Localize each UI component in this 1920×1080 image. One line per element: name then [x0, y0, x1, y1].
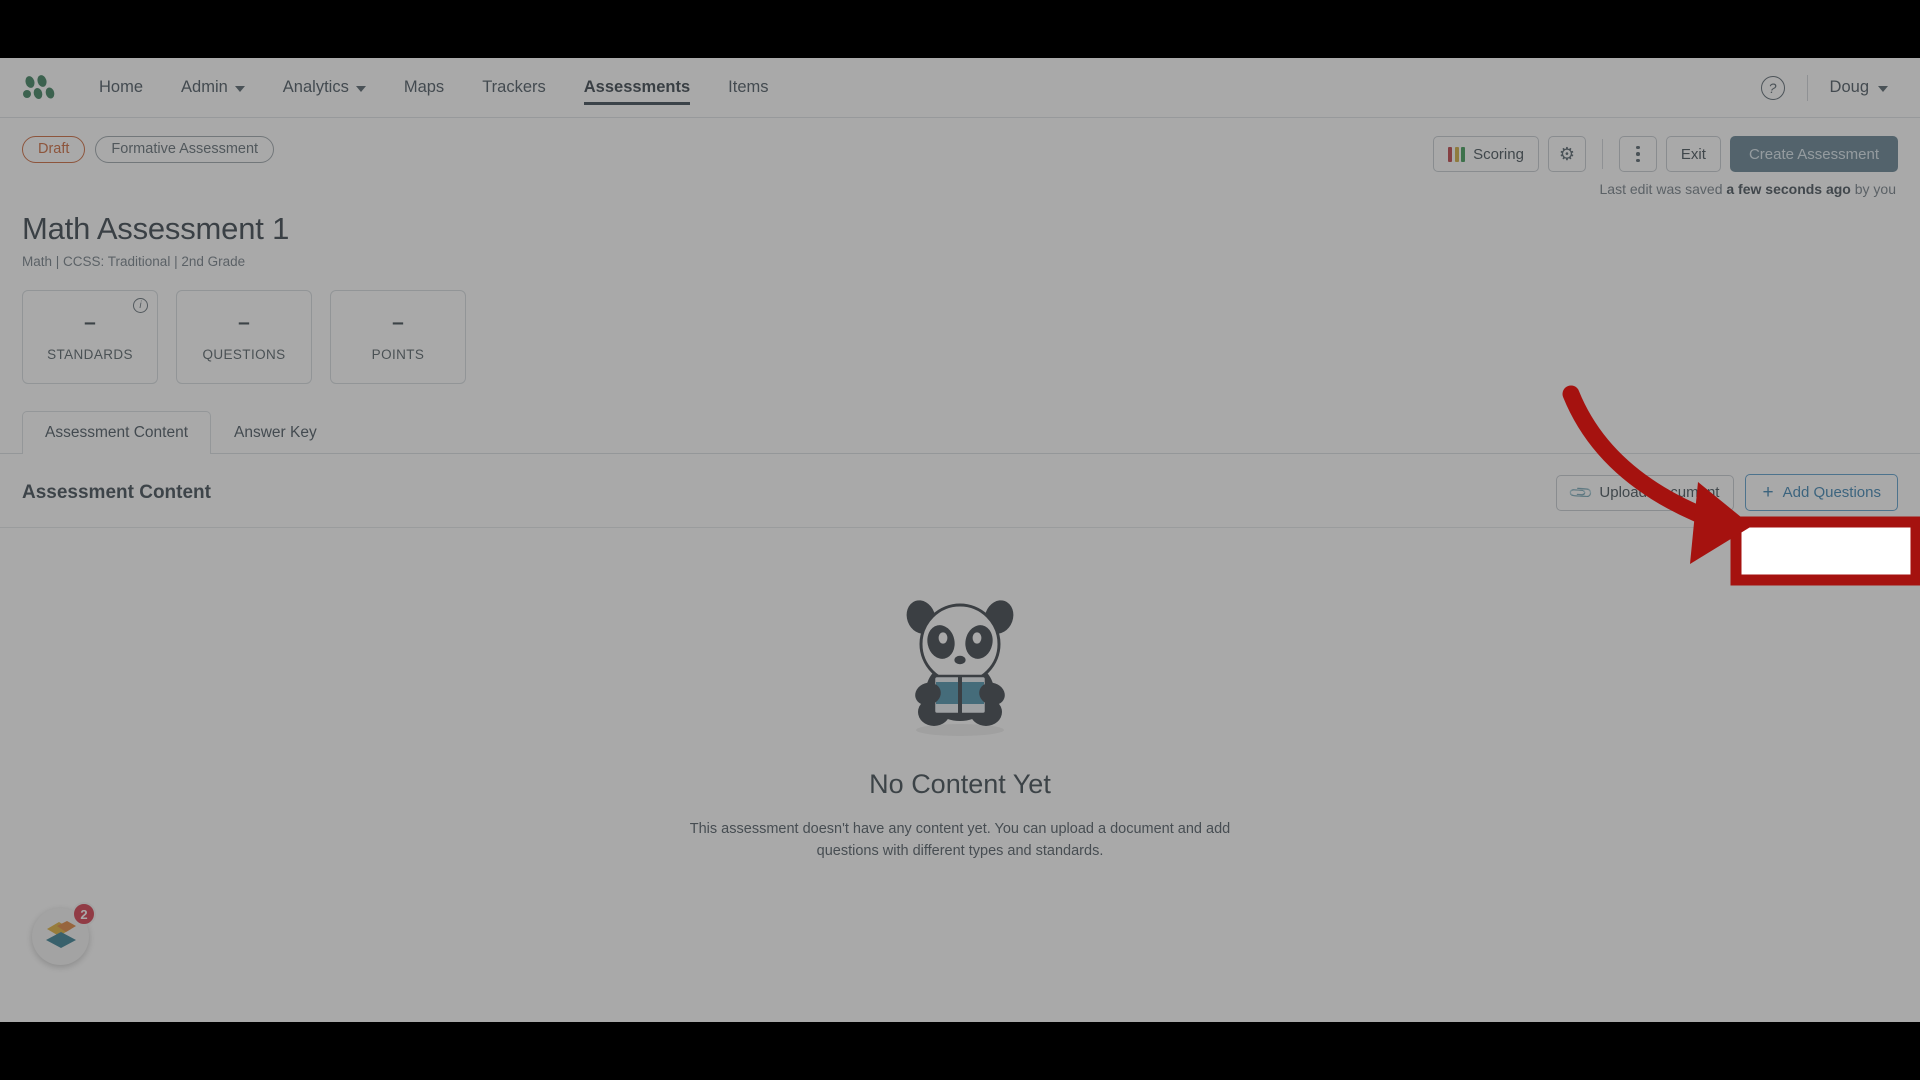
plus-icon: + — [1762, 482, 1774, 503]
user-menu-label: Doug — [1829, 78, 1869, 96]
stat-card-questions[interactable]: – QUESTIONS — [176, 290, 312, 384]
application-viewport: Home Admin Analytics Maps Trackers Asses… — [0, 58, 1920, 1022]
nav-divider — [1806, 74, 1808, 101]
empty-state: No Content Yet This assessment doesn't h… — [0, 528, 1920, 863]
badge-group: Draft Formative Assessment — [22, 136, 275, 163]
section-actions: 📎 Upload Document + Add Questions — [1556, 474, 1898, 511]
toolbar-divider — [1601, 139, 1603, 169]
last-saved-status: Last edit was saved a few seconds ago by… — [0, 172, 1920, 197]
create-assessment-button[interactable]: Create Assessment — [1729, 136, 1898, 172]
stat-value: – — [238, 311, 250, 334]
info-icon[interactable]: i — [133, 298, 148, 313]
tab-answer-key[interactable]: Answer Key — [211, 411, 340, 454]
empty-state-body: This assessment doesn't have any content… — [0, 818, 1920, 863]
nav-item-assessments[interactable]: Assessments — [565, 58, 709, 118]
help-icon[interactable]: ? — [1760, 75, 1785, 100]
tab-label: Answer Key — [234, 424, 317, 441]
letterbox-top — [0, 0, 1920, 58]
chevron-down-icon — [234, 86, 245, 92]
nav-items: Home Admin Analytics Maps Trackers Asses… — [80, 58, 788, 118]
empty-state-body-line2: questions with different types and stand… — [816, 843, 1104, 860]
user-menu[interactable]: Doug — [1830, 78, 1898, 97]
saved-prefix: Last edit was saved — [1599, 181, 1727, 197]
notification-badge: 2 — [72, 902, 96, 926]
status-badge: Draft — [22, 136, 86, 163]
settings-button[interactable]: ⚙ — [1547, 136, 1586, 172]
brand-logo-icon[interactable] — [22, 74, 56, 101]
paperclip-icon: 📎 — [1568, 479, 1595, 506]
kebab-menu-icon — [1636, 145, 1640, 163]
nav-item-label: Home — [99, 78, 144, 96]
nav-item-label: Admin — [181, 78, 228, 96]
scoring-button-label: Scoring — [1473, 145, 1524, 163]
stat-card-standards[interactable]: i – STANDARDS — [22, 290, 158, 384]
assessment-type-badge: Formative Assessment — [95, 136, 275, 163]
panda-with-book-icon — [890, 600, 1030, 742]
assessment-toolbar: Draft Formative Assessment Scoring ⚙ Exi… — [0, 118, 1920, 172]
create-assessment-label: Create Assessment — [1748, 145, 1879, 163]
add-questions-button[interactable]: + Add Questions — [1745, 474, 1898, 511]
nav-item-home[interactable]: Home — [80, 58, 162, 118]
nav-item-label: Items — [728, 78, 769, 96]
exit-button-label: Exit — [1680, 145, 1706, 163]
scoring-button[interactable]: Scoring — [1433, 136, 1539, 172]
section-header: Assessment Content 📎 Upload Document + A… — [0, 454, 1920, 528]
stat-value: – — [392, 311, 404, 334]
tab-label: Assessment Content — [45, 424, 189, 441]
exit-button[interactable]: Exit — [1665, 136, 1721, 172]
toolbar-actions: Scoring ⚙ Exit Create Assessment — [1433, 136, 1898, 172]
nav-item-trackers[interactable]: Trackers — [463, 58, 565, 118]
assessment-header: Math Assessment 1 Math | CCSS: Tradition… — [0, 197, 1920, 269]
empty-state-heading: No Content Yet — [869, 769, 1051, 799]
content-tabs: Assessment Content Answer Key — [0, 410, 1920, 454]
nav-item-maps[interactable]: Maps — [385, 58, 463, 118]
tab-assessment-content[interactable]: Assessment Content — [22, 411, 212, 454]
nav-item-label: Analytics — [282, 78, 349, 96]
nav-item-items[interactable]: Items — [709, 58, 787, 118]
saved-suffix: by you — [1850, 181, 1896, 197]
nav-item-analytics[interactable]: Analytics — [264, 58, 385, 118]
stat-label: STANDARDS — [47, 347, 133, 362]
add-questions-label: Add Questions — [1782, 484, 1881, 501]
nav-item-admin[interactable]: Admin — [162, 58, 264, 118]
section-title: Assessment Content — [22, 481, 211, 503]
nav-item-label: Assessments — [583, 78, 691, 96]
page-subtitle: Math | CCSS: Traditional | 2nd Grade — [22, 254, 246, 269]
chevron-down-icon — [355, 86, 366, 92]
gear-icon: ⚙ — [1558, 144, 1575, 164]
help-widget-button[interactable]: 2 — [32, 902, 96, 965]
stat-cards: i – STANDARDS – QUESTIONS – POINTS — [0, 269, 1920, 384]
stat-value: – — [84, 311, 96, 334]
saved-time: a few seconds ago — [1726, 181, 1851, 197]
diamond-stack-icon — [41, 917, 81, 956]
upload-document-label: Upload Document — [1599, 484, 1720, 501]
empty-state-body-line1: This assessment doesn't have any content… — [689, 821, 1231, 837]
scoring-bars-icon — [1448, 146, 1466, 162]
page-title[interactable]: Math Assessment 1 — [22, 211, 1898, 247]
letterbox-bottom — [0, 1022, 1920, 1080]
top-navigation-bar: Home Admin Analytics Maps Trackers Asses… — [0, 58, 1920, 118]
nav-item-label: Trackers — [482, 78, 546, 96]
stat-label: QUESTIONS — [202, 347, 286, 362]
chevron-down-icon — [1878, 86, 1888, 92]
nav-right-group: ? Doug — [1760, 74, 1898, 101]
stat-label: POINTS — [371, 347, 425, 362]
more-options-button[interactable] — [1618, 136, 1657, 172]
stat-card-points[interactable]: – POINTS — [330, 290, 466, 384]
nav-item-label: Maps — [403, 78, 445, 96]
upload-document-button[interactable]: 📎 Upload Document — [1556, 474, 1735, 511]
